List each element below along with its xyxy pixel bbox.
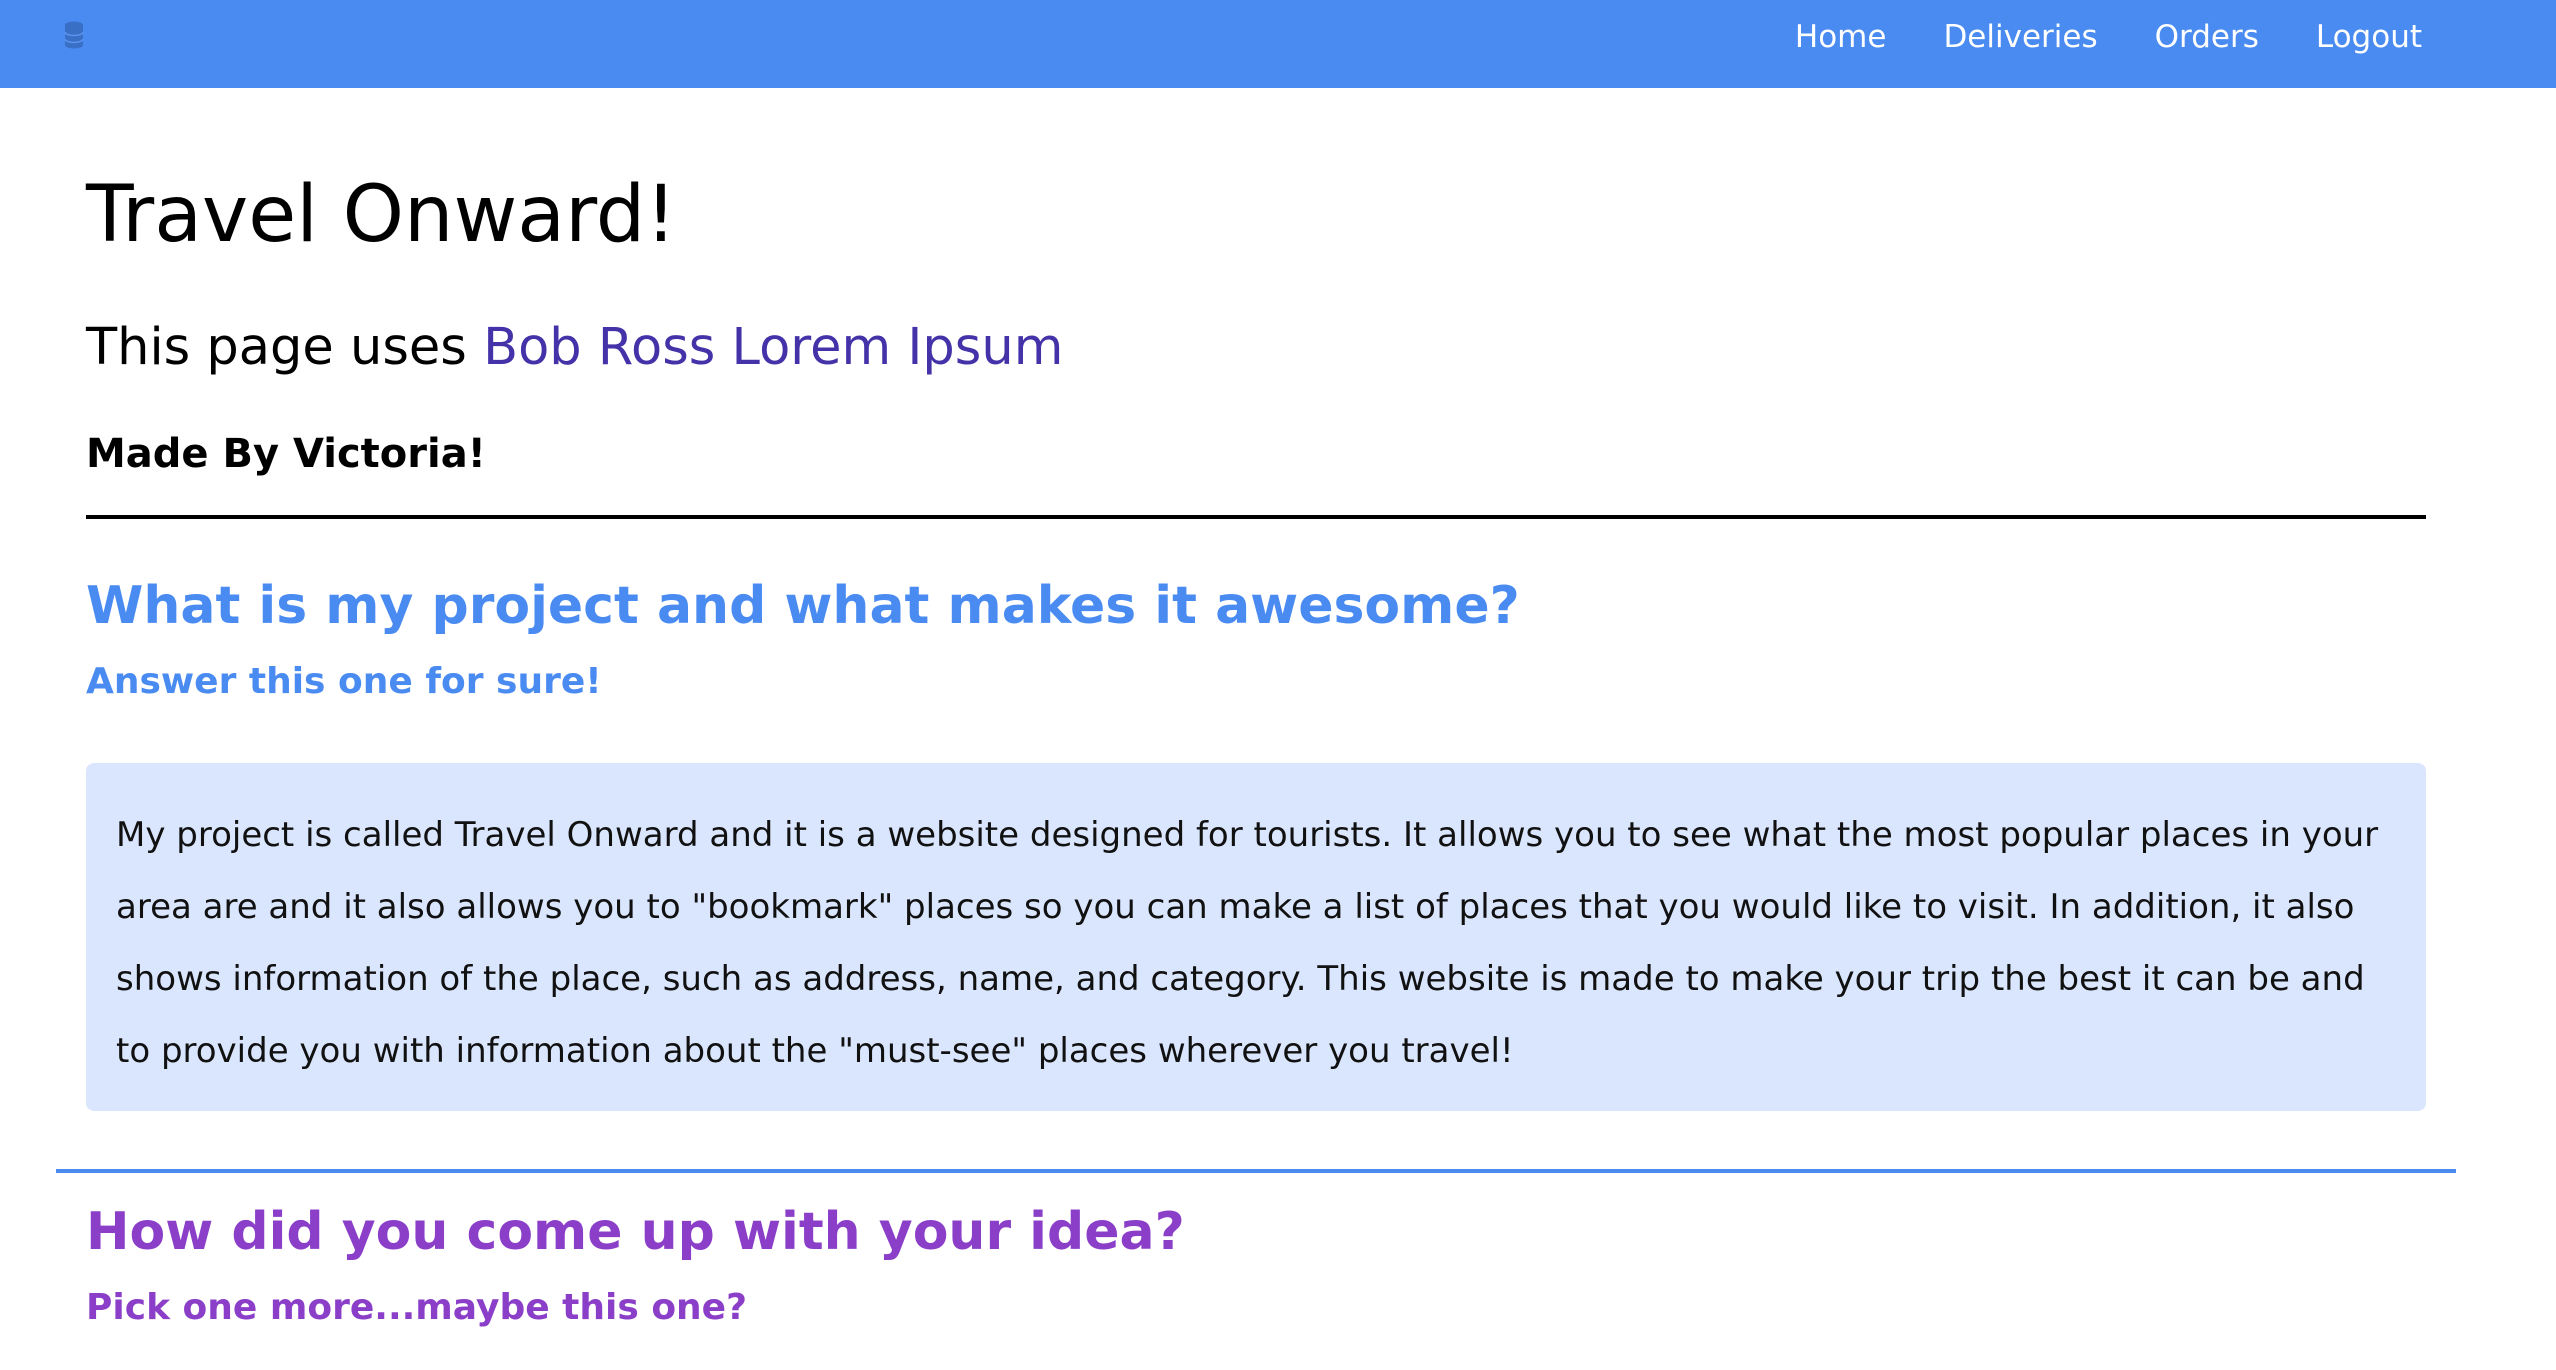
subtitle-prefix: This page uses [86,318,484,377]
page-title: Travel Onward! [86,170,677,260]
nav-link-orders[interactable]: Orders [2155,19,2259,55]
nav-links: Home Deliveries Orders Logout [1738,0,2422,74]
section2-question: How did you come up with your idea? [86,1202,1185,1262]
nav-link-home[interactable]: Home [1795,19,1887,55]
bob-ross-lorem-ipsum-link[interactable]: Bob Ross Lorem Ipsum [483,318,1063,377]
section2-hint: Pick one more...maybe this one? [86,1287,747,1328]
section1-answer-text: My project is called Travel Onward and i… [116,815,2379,1071]
section1-hint: Answer this one for sure! [86,661,602,702]
nav-link-deliveries[interactable]: Deliveries [1943,19,2097,55]
author-byline: Made By Victoria! [86,431,486,477]
header-divider [86,515,2426,519]
section1-question: What is my project and what makes it awe… [86,576,1520,636]
database-icon[interactable] [62,20,86,52]
page-subtitle: This page uses Bob Ross Lorem Ipsum [86,322,1063,373]
nav-link-logout[interactable]: Logout [2316,19,2422,55]
section1-answer-box: My project is called Travel Onward and i… [86,763,2426,1111]
section-divider [56,1169,2456,1173]
top-navbar: Home Deliveries Orders Logout [0,0,2556,88]
